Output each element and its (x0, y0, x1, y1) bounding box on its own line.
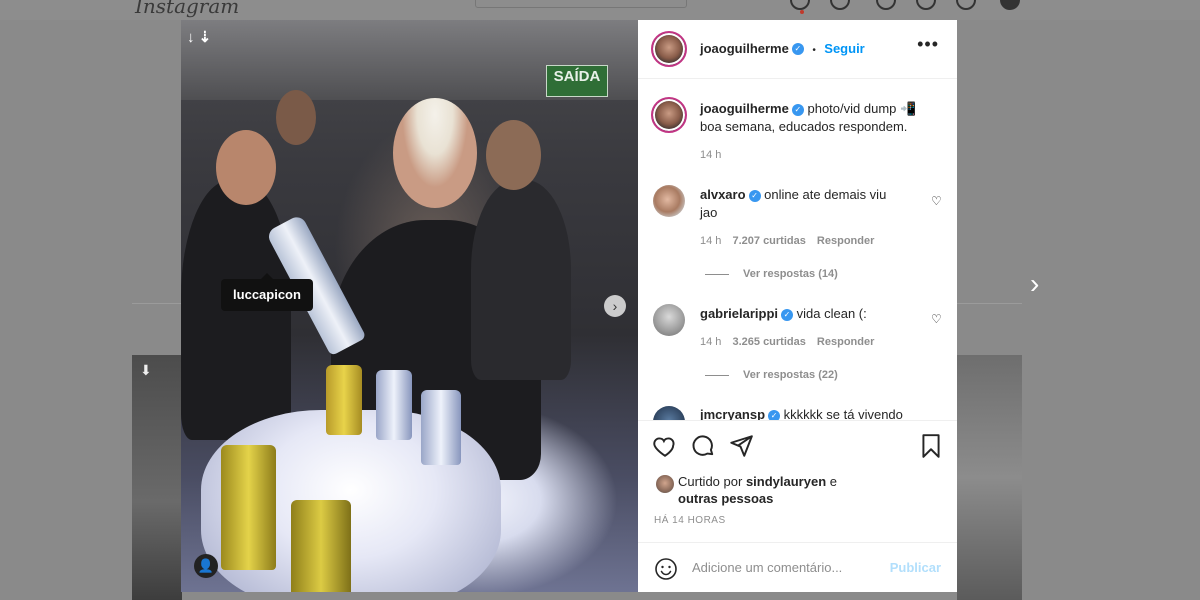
reply-button[interactable]: Responder (817, 336, 874, 348)
caption-avatar[interactable] (651, 97, 687, 133)
publish-button[interactable]: Publicar (890, 560, 941, 575)
photo-head-back (276, 90, 316, 145)
grid-thumbnail-right[interactable] (957, 355, 1022, 600)
comment-text-line1: online ate demais viu (764, 187, 887, 202)
liked-by-text: Curtido por sindylauryen e outras pessoa… (678, 473, 837, 507)
photo-head-right (486, 120, 541, 190)
post-details-panel: joaoguilherme ✓ • Seguir ••• joaoguilherm… (638, 20, 957, 592)
more-options-icon[interactable]: ••• (917, 34, 939, 55)
carousel-next-icon[interactable]: › (604, 295, 626, 317)
replies-line (705, 273, 729, 275)
comment-like-heart-icon[interactable]: ♡ (931, 312, 942, 326)
media-download-icons: ↓ ⇣ (187, 29, 212, 46)
liked-by-prefix: Curtido por (678, 474, 743, 489)
exit-sign: SAÍDA (546, 65, 608, 97)
comment-meta: 14 h 7.207 curtidas Responder (700, 235, 874, 247)
caption: joaoguilherme ✓ photo/vid dump 📲 boa sema… (700, 100, 940, 136)
comment-text-line1: vida clean (: (796, 306, 867, 321)
liked-by-user[interactable]: sindylauryen (746, 474, 826, 489)
multi-post-icon: ⬇ (140, 362, 152, 378)
post-actions: Curtido por sindylauryen e outras pessoa… (638, 420, 957, 592)
post-header: joaoguilherme ✓ • Seguir ••• (638, 20, 957, 79)
caption-text-line1: photo/vid dump 📲 (807, 101, 917, 116)
comment-body: alvxaro ✓ online ate demais viu jao (700, 186, 920, 222)
view-replies[interactable]: Ver respostas (14) (705, 268, 838, 280)
caption-username[interactable]: joaoguilherme (700, 101, 789, 116)
verified-badge-icon: ✓ (781, 308, 794, 321)
commenter-avatar[interactable] (653, 185, 685, 217)
verified-badge-icon: ✓ (748, 189, 761, 202)
comment-input[interactable]: Adicione um comentário... (692, 560, 842, 575)
comment-text-line2: jao (700, 205, 718, 220)
reply-button[interactable]: Responder (817, 235, 874, 247)
photo-head-left (216, 130, 276, 205)
photo-person-right (471, 180, 571, 380)
photo-can (376, 370, 412, 440)
view-replies-label[interactable]: Ver respostas (14) (743, 268, 838, 280)
photo-can (221, 445, 276, 570)
caption-text-line2: boa semana, educados respondem. (700, 119, 908, 134)
view-replies-label[interactable]: Ver respostas (22) (743, 369, 838, 381)
author-username[interactable]: joaoguilherme (700, 41, 789, 56)
comment-bubble-icon[interactable] (690, 433, 716, 459)
next-post-chevron-icon[interactable]: › (1030, 268, 1039, 300)
photo-can (326, 365, 362, 435)
notification-dot (800, 10, 804, 14)
comment-username[interactable]: gabrielarippi (700, 306, 778, 321)
photo-head-center (393, 98, 477, 208)
comment-meta: 14 h 3.265 curtidas Responder (700, 336, 874, 348)
comment-body: gabrielarippi ✓ vida clean (: (700, 305, 920, 323)
grid-thumbnail-left[interactable] (132, 355, 182, 600)
photo-can (291, 500, 351, 592)
author-avatar[interactable] (651, 31, 687, 67)
replies-line (705, 374, 729, 376)
follow-button[interactable]: Seguir (824, 41, 864, 56)
verified-badge-icon: ✓ (791, 103, 804, 116)
nav-icons (790, 0, 1030, 10)
author-line: joaoguilherme ✓ • Seguir (700, 40, 865, 58)
liked-by-conj: e (829, 474, 837, 489)
add-comment-bar: Adicione um comentário... Publicar (638, 542, 957, 592)
verified-badge-icon: ✓ (791, 42, 804, 55)
liked-by-others[interactable]: outras pessoas (678, 491, 773, 506)
tagged-users-icon[interactable]: 👤 (194, 554, 218, 578)
commenter-avatar[interactable] (653, 304, 685, 336)
caption-time[interactable]: 14 h (700, 149, 721, 161)
photo-can (421, 390, 461, 465)
search-box[interactable] (475, 0, 687, 8)
comment-username[interactable]: alvxaro (700, 187, 746, 202)
comment-time[interactable]: 14 h (700, 235, 721, 247)
comment-like-heart-icon[interactable]: ♡ (931, 194, 942, 208)
comment-time[interactable]: 14 h (700, 336, 721, 348)
instagram-logo[interactable]: Instagram (135, 0, 239, 18)
comment-likes[interactable]: 7.207 curtidas (732, 235, 805, 247)
share-send-icon[interactable] (728, 433, 754, 459)
emoji-icon[interactable] (654, 557, 678, 581)
comment-likes[interactable]: 3.265 curtidas (732, 336, 805, 348)
header-separator: • (812, 45, 816, 56)
view-replies[interactable]: Ver respostas (22) (705, 369, 838, 381)
like-heart-icon[interactable] (652, 433, 678, 459)
liker-avatar[interactable] (656, 475, 674, 493)
user-tag-label[interactable]: luccapicon (221, 273, 313, 311)
post-time-ago[interactable]: HÁ 14 HORAS (654, 515, 726, 526)
save-bookmark-icon[interactable] (918, 433, 944, 459)
